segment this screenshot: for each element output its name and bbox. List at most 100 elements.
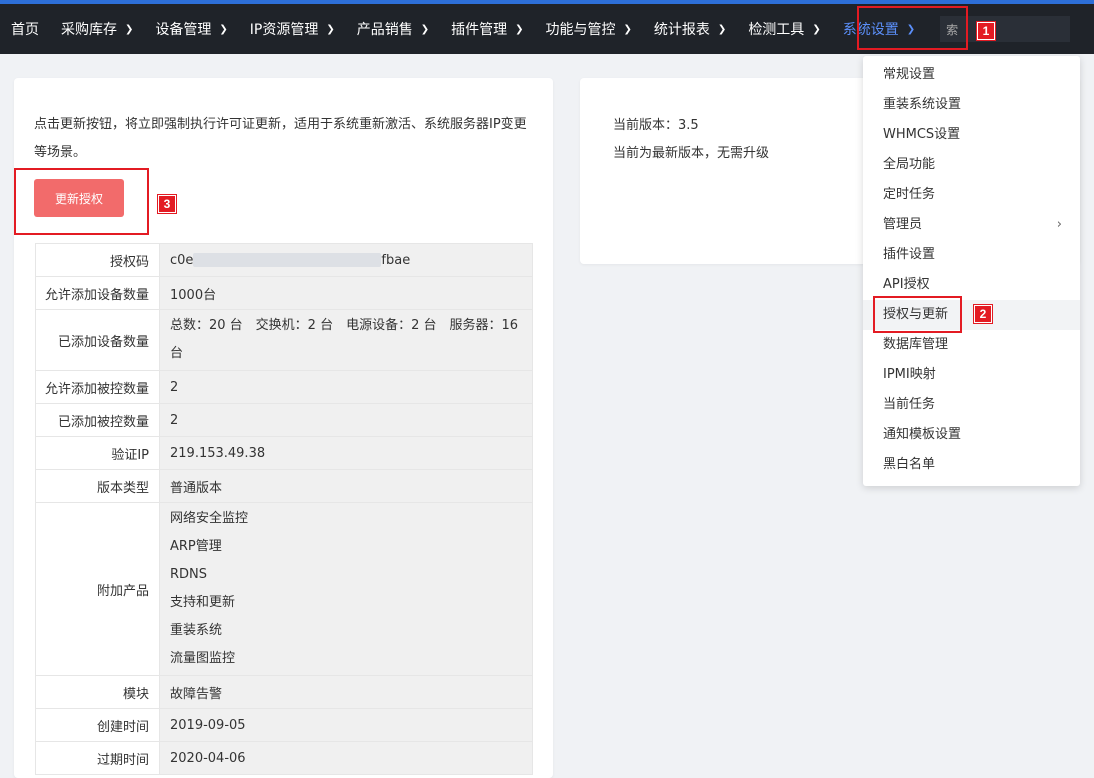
chevron-down-icon: ❯ xyxy=(717,23,727,35)
menu-item-label: 重装系统设置 xyxy=(883,97,962,112)
row-value: 2 xyxy=(159,370,533,404)
nav-purchase-inventory[interactable]: 采购库存 ❯ xyxy=(50,4,144,54)
annotation-badge-1: 1 xyxy=(977,22,995,40)
menu-item-general-settings[interactable]: 常规设置 xyxy=(863,60,1080,90)
nav-statistics[interactable]: 统计报表 ❯ xyxy=(643,4,737,54)
menu-item-plugin-settings[interactable]: 插件设置 xyxy=(863,240,1080,270)
row-value: 2019-09-05 xyxy=(159,708,533,742)
menu-item-global-functions[interactable]: 全局功能 xyxy=(863,150,1080,180)
menu-item-reinstall-settings[interactable]: 重装系统设置 xyxy=(863,90,1080,120)
license-code-suffix: fbae xyxy=(381,252,411,268)
row-value: 总数：20 台 交换机：2 台 电源设备：2 台 服务器：16 台 xyxy=(159,309,533,371)
redaction-mask xyxy=(193,253,382,267)
menu-item-label: IPMI映射 xyxy=(883,367,936,382)
table-row: 过期时间 2020-04-06 xyxy=(35,741,533,775)
menu-item-current-tasks[interactable]: 当前任务 xyxy=(863,390,1080,420)
nav-ip-resources[interactable]: IP资源管理 ❯ xyxy=(239,4,346,54)
annotation-badge-2: 2 xyxy=(974,305,992,323)
nav-product-sales[interactable]: 产品销售 ❯ xyxy=(346,4,440,54)
version-status: 当前为最新版本，无需升级 xyxy=(613,146,770,161)
menu-item-blacklist-whitelist[interactable]: 黑白名单 xyxy=(863,450,1080,480)
table-row: 允许添加被控数量 2 xyxy=(35,370,533,404)
menu-item-label: API授权 xyxy=(883,277,930,292)
chevron-down-icon: ❯ xyxy=(420,23,430,35)
chevron-down-icon: ❯ xyxy=(623,23,632,35)
chevron-down-icon: ❯ xyxy=(219,23,228,35)
row-value: 1000台 xyxy=(159,276,533,310)
row-value: 219.153.49.38 xyxy=(159,436,533,470)
table-row: 创建时间 2019-09-05 xyxy=(35,708,533,742)
row-key: 创建时间 xyxy=(35,708,160,742)
table-row: 版本类型 普通版本 xyxy=(35,469,533,503)
row-key: 附加产品 xyxy=(35,502,160,676)
row-key: 模块 xyxy=(35,675,160,709)
menu-item-label: WHMCS设置 xyxy=(883,127,961,142)
license-code: c0e fbae xyxy=(159,243,533,277)
license-info-table: 授权码 c0e fbae 允许添加设备数量 1000台 已添加设备数量 总数：20… xyxy=(35,243,533,775)
menu-item-label: 常规设置 xyxy=(883,67,936,82)
nav-label: 功能与管控 xyxy=(545,22,616,38)
table-row: 验证IP 219.153.49.38 xyxy=(35,436,533,470)
addon-products: 网络安全监控 ARP管理 RDNS 支持和更新 重装系统 流量图监控 xyxy=(159,502,533,676)
menu-item-label: 数据库管理 xyxy=(883,337,949,352)
chevron-down-icon: ❯ xyxy=(125,23,134,35)
list-item: ARP管理 xyxy=(170,539,222,554)
nav-label: 检测工具 xyxy=(748,22,805,38)
menu-item-label: 通知模板设置 xyxy=(883,427,962,442)
nav-detection-tools[interactable]: 检测工具 ❯ xyxy=(737,4,831,54)
nav-label: 首页 xyxy=(11,22,39,38)
row-value: 故障告警 xyxy=(159,675,533,709)
table-row: 已添加设备数量 总数：20 台 交换机：2 台 电源设备：2 台 服务器：16 … xyxy=(35,309,533,371)
table-row: 允许添加设备数量 1000台 xyxy=(35,276,533,310)
row-key: 过期时间 xyxy=(35,741,160,775)
annotation-highlight-settings xyxy=(857,6,968,50)
chevron-down-icon: ❯ xyxy=(812,23,821,35)
menu-item-ipmi-mapping[interactable]: IPMI映射 xyxy=(863,360,1080,390)
nav-label: IP资源管理 xyxy=(249,22,319,38)
menu-item-label: 管理员 xyxy=(883,217,923,232)
row-key: 已添加设备数量 xyxy=(35,309,160,371)
list-item: 支持和更新 xyxy=(170,595,236,610)
list-item: 流量图监控 xyxy=(170,651,236,666)
menu-item-label: 黑白名单 xyxy=(883,457,936,472)
list-item: 网络安全监控 xyxy=(170,511,249,526)
row-key: 已添加被控数量 xyxy=(35,403,160,437)
annotation-highlight-license-menu xyxy=(873,296,962,333)
nav-home[interactable]: 首页 xyxy=(0,4,50,54)
list-item: 重装系统 xyxy=(170,623,223,638)
row-value: 普通版本 xyxy=(159,469,533,503)
chevron-right-icon: › xyxy=(1056,217,1062,232)
license-code-prefix: c0e xyxy=(170,252,194,268)
row-key: 允许添加设备数量 xyxy=(35,276,160,310)
nav-function-control[interactable]: 功能与管控 ❯ xyxy=(535,4,643,54)
nav-label: 统计报表 xyxy=(653,22,710,38)
menu-item-database-management[interactable]: 数据库管理 xyxy=(863,330,1080,360)
chevron-down-icon: ❯ xyxy=(515,23,524,35)
row-key: 授权码 xyxy=(35,243,160,277)
nav-label: 设备管理 xyxy=(155,22,212,38)
menu-item-notification-templates[interactable]: 通知模板设置 xyxy=(863,420,1080,450)
nav-label: 产品销售 xyxy=(356,22,413,38)
nav-plugin-management[interactable]: 插件管理 ❯ xyxy=(440,4,534,54)
nav-label: 插件管理 xyxy=(451,22,508,38)
annotation-highlight-update-button xyxy=(14,168,149,235)
annotation-badge-3: 3 xyxy=(158,195,176,213)
menu-item-label: 定时任务 xyxy=(883,187,936,202)
table-row: 附加产品 网络安全监控 ARP管理 RDNS 支持和更新 重装系统 流量图监控 xyxy=(35,502,533,676)
table-row: 已添加被控数量 2 xyxy=(35,403,533,437)
license-description: 点击更新按钮，将立即强制执行许可证更新，适用于系统重新激活、系统服务器IP变更等… xyxy=(34,117,527,160)
menu-item-scheduled-tasks[interactable]: 定时任务 xyxy=(863,180,1080,210)
menu-item-whmcs-settings[interactable]: WHMCS设置 xyxy=(863,120,1080,150)
table-row: 模块 故障告警 xyxy=(35,675,533,709)
chevron-down-icon: ❯ xyxy=(326,23,335,35)
menu-item-administrators[interactable]: 管理员 › xyxy=(863,210,1080,240)
row-value: 2020-04-06 xyxy=(159,741,533,775)
system-settings-dropdown: 常规设置 重装系统设置 WHMCS设置 全局功能 定时任务 管理员 › 插件设置 … xyxy=(863,56,1080,486)
menu-item-label: 全局功能 xyxy=(883,157,936,172)
nav-label: 采购库存 xyxy=(61,22,117,38)
list-item: RDNS xyxy=(170,567,208,582)
nav-device-management[interactable]: 设备管理 ❯ xyxy=(144,4,238,54)
table-row: 授权码 c0e fbae xyxy=(35,243,533,277)
current-version: 当前版本：3.5 xyxy=(613,118,699,133)
row-key: 版本类型 xyxy=(35,469,160,503)
